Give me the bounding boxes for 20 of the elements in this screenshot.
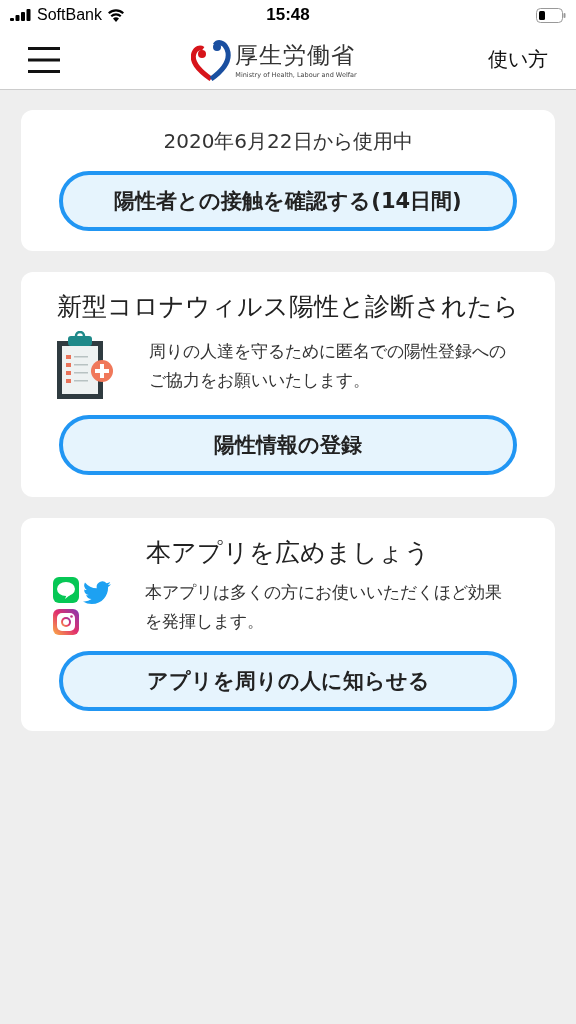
check-contact-button[interactable]: 陽性者との接触を確認する(14日間) [59,171,517,231]
heart-figures-icon [191,38,232,81]
logo-title: 厚生労働省 [235,41,357,70]
signal-icon [10,9,32,21]
register-positive-button[interactable]: 陽性情報の登録 [59,415,517,475]
carrier-name: SoftBank [37,6,102,24]
share-app-button[interactable]: アプリを周りの人に知らせる [59,651,517,711]
how-to-use-link[interactable]: 使い方 [488,46,548,73]
usage-date-text: 2020年6月22日から使用中 [163,128,413,155]
clipboard-icon [55,331,115,401]
camera-icon[interactable] [53,609,79,635]
card-title: 本アプリを広めましょう [146,537,430,569]
bird-icon[interactable] [83,581,111,605]
card-description: 本アプリは多くの方にお使いいただくほど効果を発揮します。 [145,581,503,633]
card-title: 新型コロナウィルス陽性と診断されたら [57,291,519,323]
battery-icon [536,7,566,23]
card-description: 周りの人達を守るために匿名での陽性登録へのご協力をお願いいたします。 [149,340,507,392]
status-time: 15:48 [266,5,310,25]
wifi-icon [106,8,125,22]
menu-button[interactable] [28,45,60,74]
